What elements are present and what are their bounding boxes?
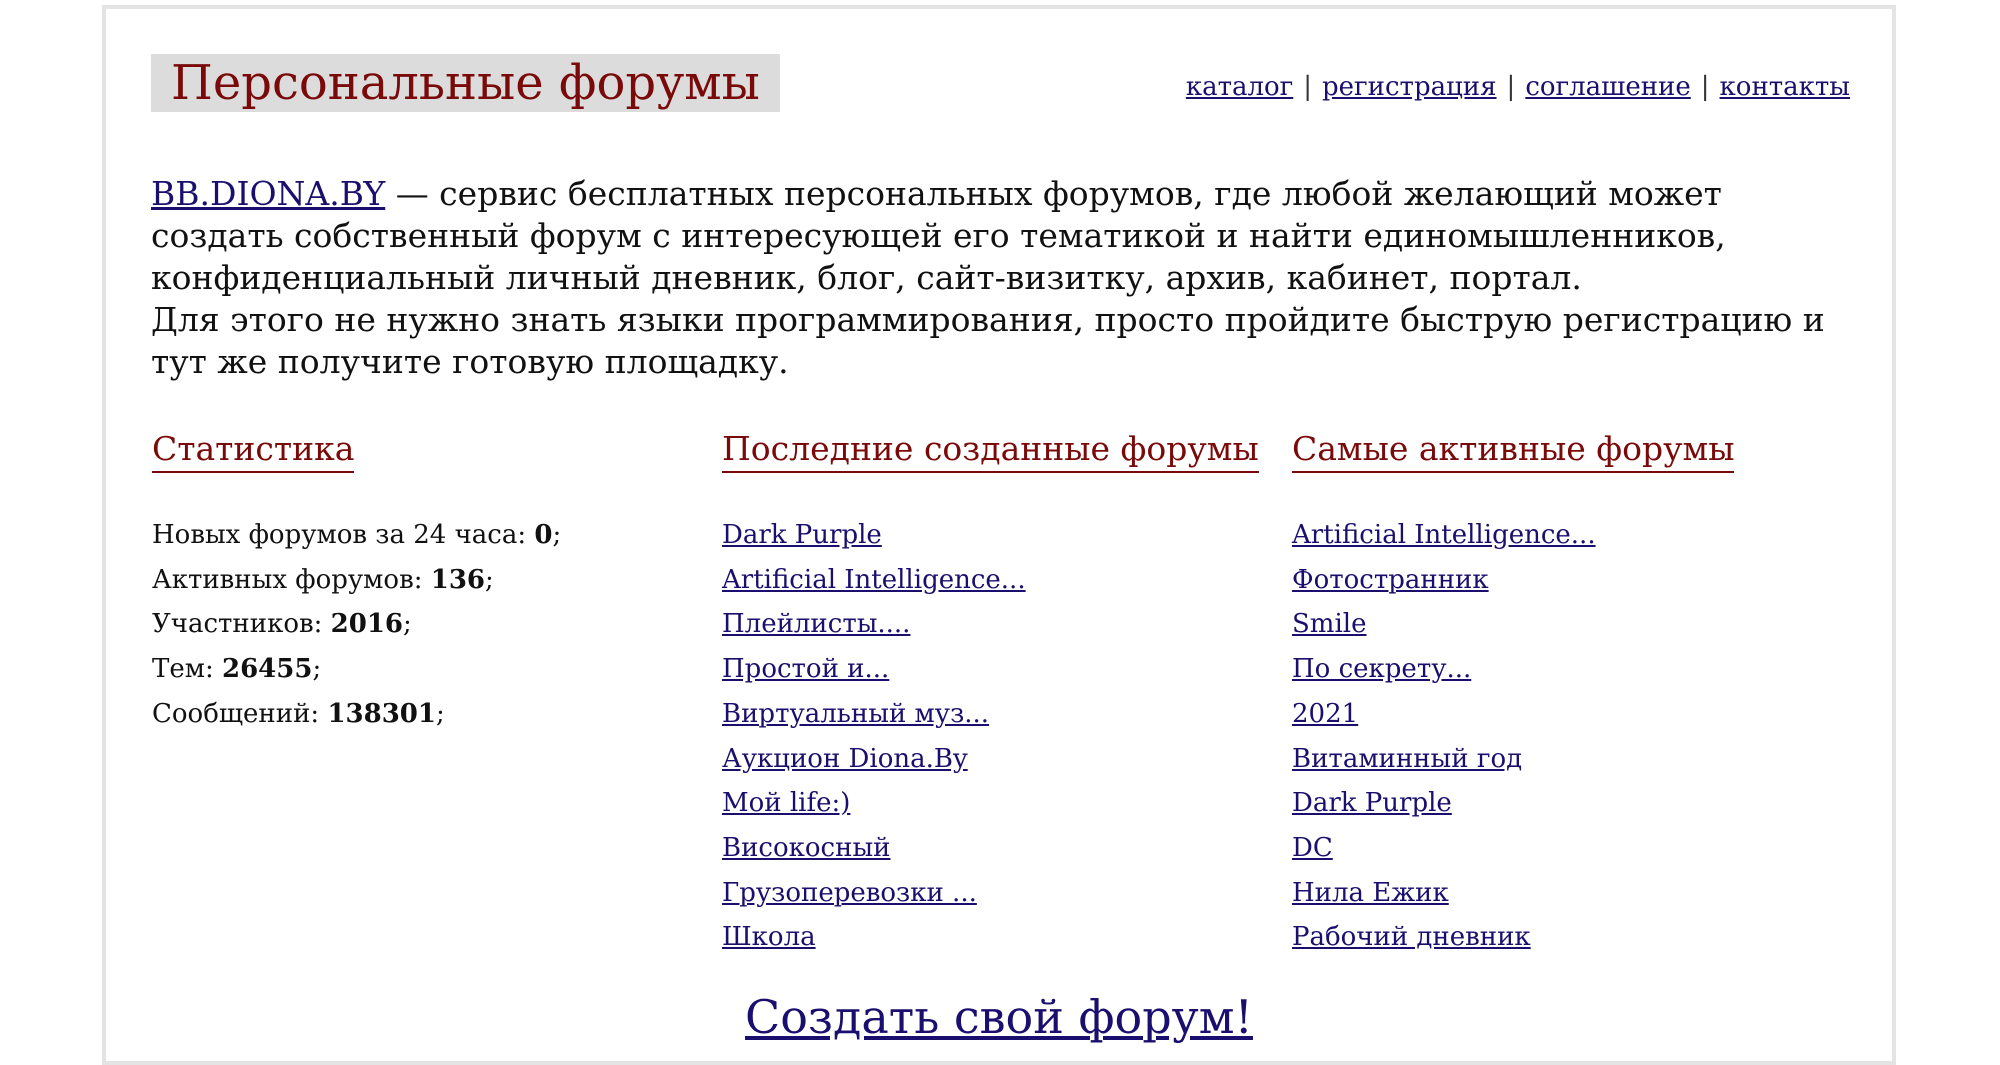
- intro-text: BB.DIONA.BY — сервис бесплатных персонал…: [151, 173, 1861, 383]
- forum-link[interactable]: Виртуальный муз...: [722, 699, 989, 729]
- forum-link[interactable]: Витаминный год: [1292, 744, 1522, 774]
- nav-separator: |: [1303, 72, 1313, 102]
- forum-link[interactable]: DC: [1292, 833, 1333, 863]
- stat-value: 0: [534, 520, 553, 550]
- list-item: Школа: [722, 915, 1026, 960]
- list-item: По секрету...: [1292, 647, 1596, 692]
- forum-link[interactable]: 2021: [1292, 699, 1358, 729]
- list-item: Високосный: [722, 826, 1026, 871]
- list-item: Простой и...: [722, 647, 1026, 692]
- forum-link[interactable]: Аукцион Diona.By: [722, 744, 968, 774]
- list-item: Рабочий дневник: [1292, 915, 1596, 960]
- stat-messages: Сообщений: 138301;: [152, 692, 561, 737]
- forum-link[interactable]: Dark Purple: [722, 520, 882, 550]
- list-item: Виртуальный муз...: [722, 692, 1026, 737]
- stat-members: Участников: 2016;: [152, 602, 561, 647]
- latest-forums-heading: Последние созданные форумы: [722, 427, 1259, 473]
- site-title: Персональные форумы: [151, 54, 780, 112]
- forum-link[interactable]: Dark Purple: [1292, 788, 1452, 818]
- intro-paragraph-2: Для этого не нужно знать языки программи…: [151, 300, 1825, 381]
- forum-link[interactable]: Нила Ежик: [1292, 878, 1449, 908]
- stat-active-forums: Активных форумов: 136;: [152, 558, 561, 603]
- nav-separator: |: [1700, 72, 1710, 102]
- forum-link[interactable]: Плейлисты....: [722, 609, 910, 639]
- stat-label: Участников:: [152, 609, 331, 640]
- nav-link-catalog[interactable]: каталог: [1186, 72, 1293, 102]
- forum-link[interactable]: Фотостранник: [1292, 565, 1489, 595]
- forum-link[interactable]: По секрету...: [1292, 654, 1471, 684]
- list-item: Artificial Intelligence...: [1292, 513, 1596, 558]
- page-container: Персональные форумы каталог | регистрация |…: [102, 5, 1896, 1065]
- list-item: DC: [1292, 826, 1596, 871]
- list-item: Плейлисты....: [722, 602, 1026, 647]
- list-item: Мой life:): [722, 781, 1026, 826]
- stat-label: Новых форумов за 24 часа:: [152, 520, 535, 550]
- list-item: Аукцион Diona.By: [722, 737, 1026, 782]
- site-home-link[interactable]: BB.DIONA.BY: [151, 174, 385, 213]
- active-forums-section: Самые активные форумы Artificial Intelli…: [1292, 427, 1852, 952]
- nav-link-agreement[interactable]: соглашение: [1525, 72, 1690, 102]
- active-forums-list: Artificial Intelligence... Фотостранник …: [1292, 513, 1596, 960]
- active-forums-heading: Самые активные форумы: [1292, 427, 1735, 473]
- list-item: Dark Purple: [1292, 781, 1596, 826]
- forum-link[interactable]: Artificial Intelligence...: [722, 565, 1026, 595]
- stat-value: 26455: [221, 654, 313, 685]
- stat-suffix: ;: [435, 698, 445, 729]
- stat-topics: Тем: 26455;: [152, 647, 561, 692]
- create-forum-link[interactable]: Создать свой форум!: [745, 990, 1253, 1044]
- list-item: Витаминный год: [1292, 737, 1596, 782]
- stat-suffix: ;: [403, 609, 412, 640]
- stat-suffix: ;: [485, 564, 494, 595]
- intro-paragraph-1: BB.DIONA.BY — сервис бесплатных персонал…: [151, 173, 1861, 299]
- stat-label: Активных форумов:: [152, 564, 431, 595]
- nav-link-contacts[interactable]: контакты: [1720, 72, 1850, 102]
- forum-link[interactable]: Школа: [722, 922, 816, 952]
- list-item: Грузоперевозки ...: [722, 871, 1026, 916]
- stat-value: 138301: [327, 698, 436, 729]
- forum-link[interactable]: Грузоперевозки ...: [722, 878, 977, 908]
- forum-link[interactable]: Artificial Intelligence...: [1292, 520, 1596, 550]
- create-forum-container: Создать свой форум!: [106, 989, 1892, 1045]
- stats-section: Статистика Новых форумов за 24 часа: 0; …: [152, 427, 712, 729]
- stat-label: Сообщений:: [152, 698, 328, 729]
- stat-label: Тем:: [152, 654, 222, 685]
- list-item: Фотостранник: [1292, 558, 1596, 603]
- latest-forums-section: Последние созданные форумы Dark Purple A…: [722, 427, 1282, 952]
- forum-link[interactable]: Мой life:): [722, 788, 850, 818]
- forum-link[interactable]: Smile: [1292, 609, 1366, 639]
- list-item: Dark Purple: [722, 513, 1026, 558]
- nav-separator: |: [1506, 72, 1516, 102]
- list-item: 2021: [1292, 692, 1596, 737]
- stat-new-forums: Новых форумов за 24 часа: 0;: [152, 513, 561, 558]
- top-nav: каталог | регистрация | соглашение | контакты: [1186, 69, 1850, 105]
- stats-list: Новых форумов за 24 часа: 0; Активных фо…: [152, 513, 561, 737]
- stat-value: 136: [430, 564, 486, 595]
- forum-link[interactable]: Високосный: [722, 833, 890, 863]
- nav-link-registration[interactable]: регистрация: [1322, 72, 1497, 102]
- list-item: Нила Ежик: [1292, 871, 1596, 916]
- stats-heading: Статистика: [152, 427, 355, 473]
- stat-suffix: ;: [552, 520, 562, 550]
- list-item: Artificial Intelligence...: [722, 558, 1026, 603]
- forum-link[interactable]: Простой и...: [722, 654, 889, 684]
- list-item: Smile: [1292, 602, 1596, 647]
- stat-value: 2016: [330, 609, 404, 640]
- intro-description: — сервис бесплатных персональных форумов…: [151, 174, 1726, 297]
- latest-forums-list: Dark Purple Artificial Intelligence... П…: [722, 513, 1026, 960]
- forum-link[interactable]: Рабочий дневник: [1292, 922, 1531, 952]
- stat-suffix: ;: [312, 654, 322, 685]
